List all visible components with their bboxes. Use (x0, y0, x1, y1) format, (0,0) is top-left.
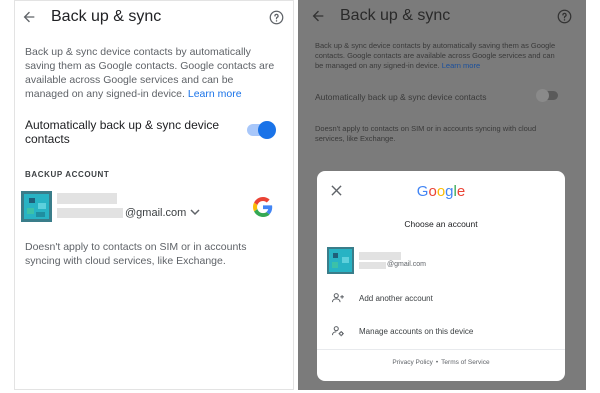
manage-accounts-icon (331, 326, 344, 337)
learn-more-link[interactable]: Learn more (188, 88, 242, 100)
description-text: Back up & sync device contacts by automa… (315, 41, 556, 70)
top-app-bar: Back up & sync (15, 1, 293, 35)
google-logo: Google (317, 183, 565, 200)
help-icon[interactable] (557, 9, 572, 24)
avatar (327, 247, 354, 274)
footer-separator: • (435, 359, 439, 366)
account-chooser-dialog: Google Choose an account @gmail.com Add … (317, 171, 565, 381)
choose-account-title: Choose an account (404, 219, 478, 229)
back-arrow-icon[interactable] (21, 9, 37, 25)
toggle-knob (258, 121, 276, 139)
account-email-suffix[interactable]: @gmail.com (387, 261, 426, 268)
description-text: Back up & sync device contacts by automa… (25, 46, 275, 100)
toggle-knob (536, 89, 549, 102)
dialog-divider (317, 349, 565, 350)
dialog-footer: Privacy Policy • Terms of Service (317, 359, 565, 366)
account-name-redacted (57, 193, 117, 204)
exchange-note: Doesn't apply to contacts on SIM or in a… (25, 241, 247, 267)
manage-accounts-button[interactable]: Manage accounts on this device (331, 322, 473, 340)
auto-backup-toggle[interactable] (536, 89, 558, 102)
account-chooser-screen: Back up & sync Back up & sync device con… (298, 0, 586, 390)
google-letter: o (436, 183, 446, 200)
back-arrow-icon[interactable] (310, 8, 326, 24)
person-add-icon (331, 293, 344, 303)
account-email-suffix: @gmail.com (125, 207, 187, 219)
account-email-redacted (359, 262, 386, 269)
google-g-icon (253, 197, 273, 217)
top-app-bar: Back up & sync (298, 0, 586, 34)
avatar (21, 191, 52, 222)
add-account-label: Add another account (359, 293, 433, 303)
manage-accounts-label: Manage accounts on this device (359, 326, 474, 336)
page-title: Back up & sync (340, 7, 451, 24)
google-letter: g (445, 183, 454, 200)
learn-more-link[interactable]: Learn more (442, 61, 480, 70)
auto-backup-toggle-label: Automatically back up & sync device cont… (315, 92, 487, 102)
add-account-button[interactable]: Add another account (331, 289, 433, 307)
auto-backup-toggle[interactable] (247, 121, 276, 139)
terms-of-service-link[interactable]: Terms of Service (441, 359, 489, 366)
chevron-down-icon[interactable] (190, 209, 200, 216)
page-title: Back up & sync (51, 8, 162, 25)
auto-backup-toggle-label: Automatically back up & sync device cont… (25, 118, 220, 146)
google-brand-text: Google (417, 183, 465, 200)
account-email-redacted (57, 208, 123, 218)
google-letter: G (416, 183, 429, 200)
backup-account-section-label: BACKUP ACCOUNT (25, 170, 110, 179)
google-letter: e (456, 183, 466, 200)
exchange-note: Doesn't apply to contacts on SIM or in a… (315, 124, 537, 143)
google-letter: o (428, 183, 437, 200)
account-name-redacted (359, 252, 401, 260)
settings-screen: Back up & sync Back up & sync device con… (14, 0, 294, 390)
privacy-policy-link[interactable]: Privacy Policy (392, 359, 432, 366)
help-icon[interactable] (269, 10, 284, 25)
